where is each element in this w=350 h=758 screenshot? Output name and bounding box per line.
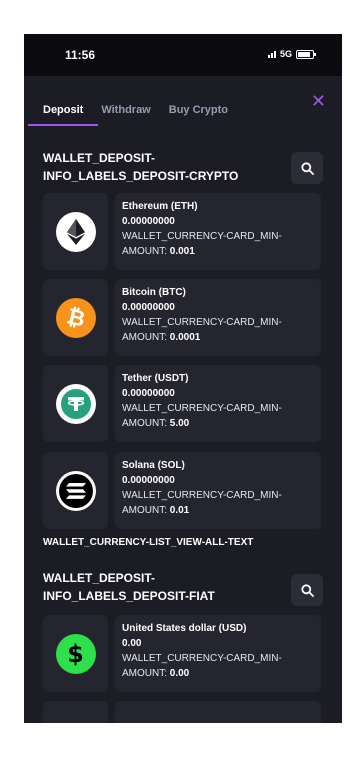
min-amount: WALLET_CURRENCY-CARD_MIN-AMOUNT: 0.001: [122, 229, 315, 259]
coin-icon-box: ₿: [43, 279, 108, 356]
min-amount-value: 5.00: [169, 418, 190, 429]
card-info: United States dollar (USD) 0.00 WALLET_C…: [115, 615, 321, 692]
min-amount: WALLET_CURRENCY-CARD_MIN-AMOUNT: 0.0001: [122, 315, 315, 345]
min-amount-label: WALLET_CURRENCY-CARD_MIN-AMOUNT:: [122, 653, 282, 679]
tether-icon: [55, 383, 96, 424]
deposit-tabs: Deposit Withdraw Buy Crypto: [28, 104, 228, 126]
currency-name: Bitcoin (BTC): [122, 287, 186, 298]
network-label: 5G: [279, 49, 292, 59]
currency-balance: 0.00: [122, 638, 142, 649]
currency-name: Ethereum (ETH): [122, 201, 198, 212]
min-amount: WALLET_CURRENCY-CARD_MIN-AMOUNT: 0.01: [122, 488, 315, 518]
min-amount-label: WALLET_CURRENCY-CARD_MIN-AMOUNT:: [122, 490, 282, 516]
coin-icon-box: [43, 365, 108, 442]
search-icon: [300, 583, 314, 597]
crypto-search-button[interactable]: [291, 152, 323, 184]
card-info: [115, 701, 321, 723]
min-amount-label: WALLET_CURRENCY-CARD_MIN-AMOUNT:: [122, 403, 282, 429]
currency-card-btc[interactable]: ₿ Bitcoin (BTC) 0.00000000 WALLET_CURREN…: [43, 279, 321, 356]
currency-balance: 0.00000000: [122, 388, 175, 399]
currency-card-usdt[interactable]: Tether (USDT) 0.00000000 WALLET_CURRENCY…: [43, 365, 321, 442]
min-amount: WALLET_CURRENCY-CARD_MIN-AMOUNT: 0.00: [122, 651, 315, 681]
currency-balance: 0.00000000: [122, 475, 175, 486]
status-indicators: 5G: [267, 49, 316, 59]
min-amount-value: 0.001: [169, 246, 195, 257]
search-icon: [300, 161, 314, 175]
currency-card-partial[interactable]: [43, 701, 321, 723]
min-amount-value: 0.0001: [169, 332, 201, 343]
currency-name: Tether (USDT): [122, 373, 189, 384]
card-info: Ethereum (ETH) 0.00000000 WALLET_CURRENC…: [115, 193, 321, 270]
crypto-section-title: WALLET_DEPOSIT-INFO_LABELS_DEPOSIT-CRYPT…: [43, 151, 239, 183]
battery-icon: [296, 49, 316, 59]
min-amount-label: WALLET_CURRENCY-CARD_MIN-AMOUNT:: [122, 231, 282, 257]
currency-balance: 0.00000000: [122, 302, 175, 313]
tab-withdraw[interactable]: Withdraw: [101, 104, 150, 126]
signal-icon: [267, 50, 276, 58]
view-all-link[interactable]: WALLET_CURRENCY-LIST_VIEW-ALL-TEXT: [43, 537, 253, 548]
currency-name: United States dollar (USD): [122, 623, 247, 634]
close-icon[interactable]: ✕: [311, 92, 326, 110]
coin-icon-box: [43, 701, 108, 723]
fiat-section-title: WALLET_DEPOSIT-INFO_LABELS_DEPOSIT-FIAT: [43, 571, 215, 603]
coin-icon-box: [43, 452, 108, 529]
min-amount-label: WALLET_CURRENCY-CARD_MIN-AMOUNT:: [122, 317, 282, 343]
min-amount-value: 0.00: [169, 668, 190, 679]
currency-card-usd[interactable]: $ United States dollar (USD) 0.00 WALLET…: [43, 615, 321, 692]
bitcoin-icon: ₿: [55, 297, 96, 338]
card-info: Tether (USDT) 0.00000000 WALLET_CURRENCY…: [115, 365, 321, 442]
ethereum-icon: [55, 211, 96, 252]
currency-card-eth[interactable]: Ethereum (ETH) 0.00000000 WALLET_CURRENC…: [43, 193, 321, 270]
phone-screen: 11:56 5G Deposit Withdraw Buy Crypto ✕ W…: [24, 34, 342, 723]
card-info: Solana (SOL) 0.00000000 WALLET_CURRENCY-…: [115, 452, 321, 529]
dollar-icon: $: [55, 633, 96, 674]
currency-balance: 0.00000000: [122, 216, 175, 227]
solana-icon: [55, 470, 96, 511]
tab-deposit[interactable]: Deposit: [28, 104, 99, 126]
fiat-search-button[interactable]: [291, 574, 323, 606]
status-time: 11:56: [65, 48, 96, 62]
tab-buy-crypto[interactable]: Buy Crypto: [169, 104, 228, 126]
min-amount: WALLET_CURRENCY-CARD_MIN-AMOUNT: 5.00: [122, 401, 315, 431]
min-amount-value: 0.01: [169, 505, 190, 516]
currency-card-sol[interactable]: Solana (SOL) 0.00000000 WALLET_CURRENCY-…: [43, 452, 321, 529]
currency-name: Solana (SOL): [122, 460, 185, 471]
coin-icon-box: $: [43, 615, 108, 692]
card-info: Bitcoin (BTC) 0.00000000 WALLET_CURRENCY…: [115, 279, 321, 356]
coin-icon-box: [43, 193, 108, 270]
status-bar: 11:56 5G: [24, 34, 342, 76]
